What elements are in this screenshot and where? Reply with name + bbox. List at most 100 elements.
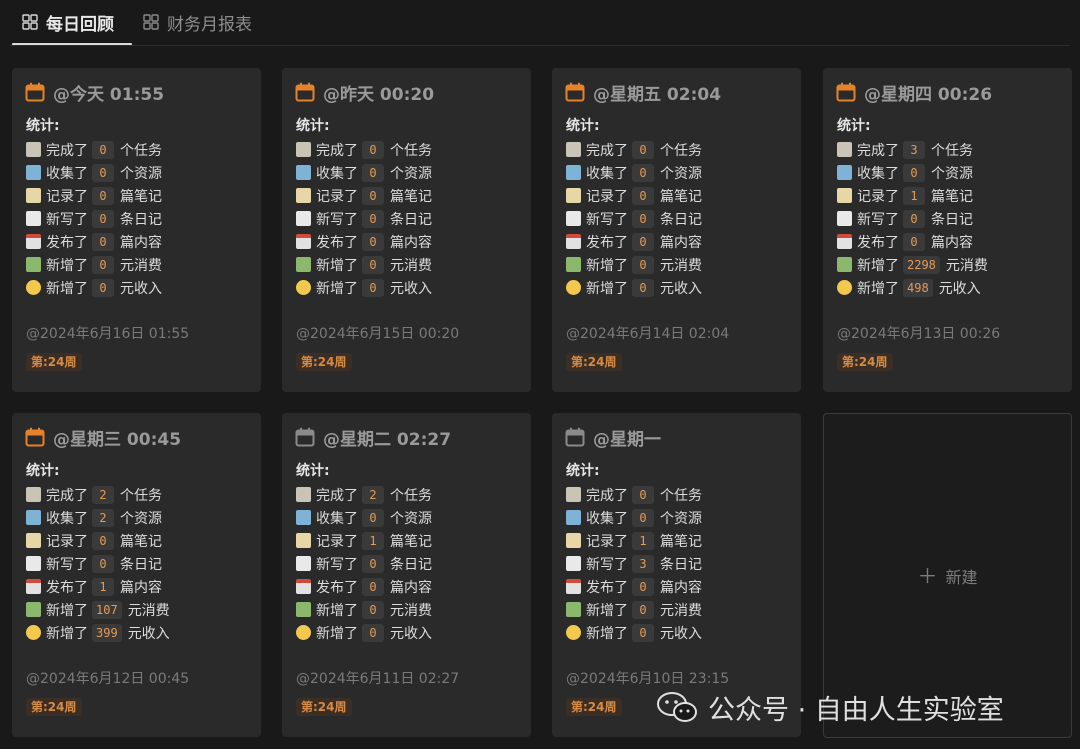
card-title[interactable]: @昨天 00:20 <box>295 80 434 105</box>
card-title[interactable]: @星期二 02:27 <box>295 425 451 450</box>
grid-icon <box>22 14 38 30</box>
money-face-icon <box>296 280 311 295</box>
watermark-text: 公众号 · 自由人生实验室 <box>708 694 1004 726</box>
stat-suffix: 元收入 <box>938 280 981 297</box>
stat-line: 新增了 0 元消费 <box>296 253 432 276</box>
stat-line: 发布了 0 篇内容 <box>296 230 432 253</box>
card-title-text: @星期一 <box>593 429 661 450</box>
review-card[interactable]: @今天 01:55 统计: 完成了 0 个任务 收集了 0 个资源 记录了 0 … <box>12 68 261 392</box>
stat-value: 2 <box>92 508 114 527</box>
stat-prefix: 发布了 <box>586 579 628 596</box>
notepad-icon <box>837 211 852 226</box>
plus-icon: ＋ <box>917 563 938 588</box>
stat-prefix: 收集了 <box>586 165 628 182</box>
stats-label: 统计: <box>296 118 330 134</box>
clipboard-icon <box>26 487 41 502</box>
tab-finance-report[interactable]: 财务月报表 <box>143 10 252 35</box>
stat-line: 记录了 0 篇笔记 <box>26 184 162 207</box>
stat-line: 新增了 0 元收入 <box>566 276 702 299</box>
clipboard-icon <box>296 487 311 502</box>
stat-value: 0 <box>92 531 114 550</box>
stat-prefix: 发布了 <box>46 579 88 596</box>
stat-value: 0 <box>632 623 654 642</box>
stat-suffix: 条日记 <box>660 556 702 573</box>
notepad-icon <box>566 211 581 226</box>
notepad-icon <box>566 556 581 571</box>
stat-prefix: 新增了 <box>316 625 358 642</box>
stat-prefix: 完成了 <box>316 142 358 159</box>
stat-suffix: 个任务 <box>120 142 162 159</box>
notepad-icon <box>26 211 41 226</box>
week-badge: 第:24周 <box>26 353 82 371</box>
money-icon <box>837 257 852 272</box>
stat-value: 0 <box>632 163 654 182</box>
card-title[interactable]: @星期五 02:04 <box>565 80 721 105</box>
stat-prefix: 新增了 <box>46 625 88 642</box>
stat-prefix: 记录了 <box>46 533 88 550</box>
stat-value: 0 <box>632 600 654 619</box>
stat-value: 0 <box>632 209 654 228</box>
wechat-icon <box>657 692 697 722</box>
package-icon <box>837 165 852 180</box>
calendar-icon <box>566 579 581 594</box>
stat-value: 3 <box>632 554 654 573</box>
stat-suffix: 篇笔记 <box>120 188 162 205</box>
calendar-icon <box>25 82 45 102</box>
stat-line: 发布了 1 篇内容 <box>26 575 170 598</box>
package-icon <box>296 165 311 180</box>
clipboard-icon <box>26 142 41 157</box>
stat-suffix: 个任务 <box>660 142 702 159</box>
memo-icon <box>566 188 581 203</box>
stat-suffix: 条日记 <box>120 211 162 228</box>
stat-value: 1 <box>362 531 384 550</box>
review-card[interactable]: @昨天 00:20 统计: 完成了 0 个任务 收集了 0 个资源 记录了 0 … <box>282 68 531 392</box>
stat-value: 1 <box>92 577 114 596</box>
stat-prefix: 记录了 <box>46 188 88 205</box>
stat-line: 收集了 0 个资源 <box>566 161 702 184</box>
stat-suffix: 篇内容 <box>660 234 702 251</box>
memo-icon <box>26 533 41 548</box>
money-icon <box>26 257 41 272</box>
stat-suffix: 个任务 <box>660 487 702 504</box>
card-title[interactable]: @星期四 00:26 <box>836 80 992 105</box>
stat-suffix: 篇笔记 <box>660 188 702 205</box>
stat-value: 399 <box>92 623 122 642</box>
card-title[interactable]: @星期三 00:45 <box>25 425 181 450</box>
stat-line: 记录了 1 篇笔记 <box>296 529 432 552</box>
stat-line: 完成了 2 个任务 <box>26 483 170 506</box>
week-badge: 第:24周 <box>296 698 352 716</box>
stat-value: 0 <box>632 278 654 297</box>
memo-icon <box>566 533 581 548</box>
stat-value: 0 <box>92 554 114 573</box>
stat-suffix: 个资源 <box>390 510 432 527</box>
stat-value: 0 <box>632 485 654 504</box>
calendar-icon <box>836 82 856 102</box>
stat-value: 0 <box>903 232 925 251</box>
stat-value: 0 <box>92 232 114 251</box>
stat-line: 完成了 0 个任务 <box>26 138 162 161</box>
tab-daily-review[interactable]: 每日回顾 <box>22 10 114 35</box>
review-card[interactable]: @星期四 00:26 统计: 完成了 3 个任务 收集了 0 个资源 记录了 1… <box>823 68 1072 392</box>
review-card[interactable]: @星期五 02:04 统计: 完成了 0 个任务 收集了 0 个资源 记录了 0… <box>552 68 801 392</box>
stat-value: 0 <box>362 623 384 642</box>
stat-suffix: 篇笔记 <box>120 533 162 550</box>
stat-line: 收集了 0 个资源 <box>566 506 702 529</box>
stat-value: 0 <box>632 577 654 596</box>
stat-prefix: 完成了 <box>316 487 358 504</box>
review-card[interactable]: @星期二 02:27 统计: 完成了 2 个任务 收集了 0 个资源 记录了 1… <box>282 413 531 737</box>
stat-suffix: 篇内容 <box>120 579 162 596</box>
stat-prefix: 新增了 <box>46 257 88 274</box>
stat-value: 2298 <box>903 255 940 274</box>
card-title[interactable]: @今天 01:55 <box>25 80 164 105</box>
stat-lines: 完成了 0 个任务 收集了 0 个资源 记录了 1 篇笔记 新写了 3 条日记 … <box>566 483 702 644</box>
stat-value: 0 <box>92 140 114 159</box>
stat-value: 0 <box>362 278 384 297</box>
stat-suffix: 元收入 <box>660 625 702 642</box>
card-title[interactable]: @星期一 <box>565 425 661 450</box>
stat-suffix: 元消费 <box>120 257 162 274</box>
review-card[interactable]: @星期三 00:45 统计: 完成了 2 个任务 收集了 2 个资源 记录了 0… <box>12 413 261 737</box>
calendar-icon <box>296 234 311 249</box>
money-face-icon <box>566 625 581 640</box>
stat-lines: 完成了 0 个任务 收集了 0 个资源 记录了 0 篇笔记 新写了 0 条日记 … <box>566 138 702 299</box>
stat-prefix: 发布了 <box>46 234 88 251</box>
